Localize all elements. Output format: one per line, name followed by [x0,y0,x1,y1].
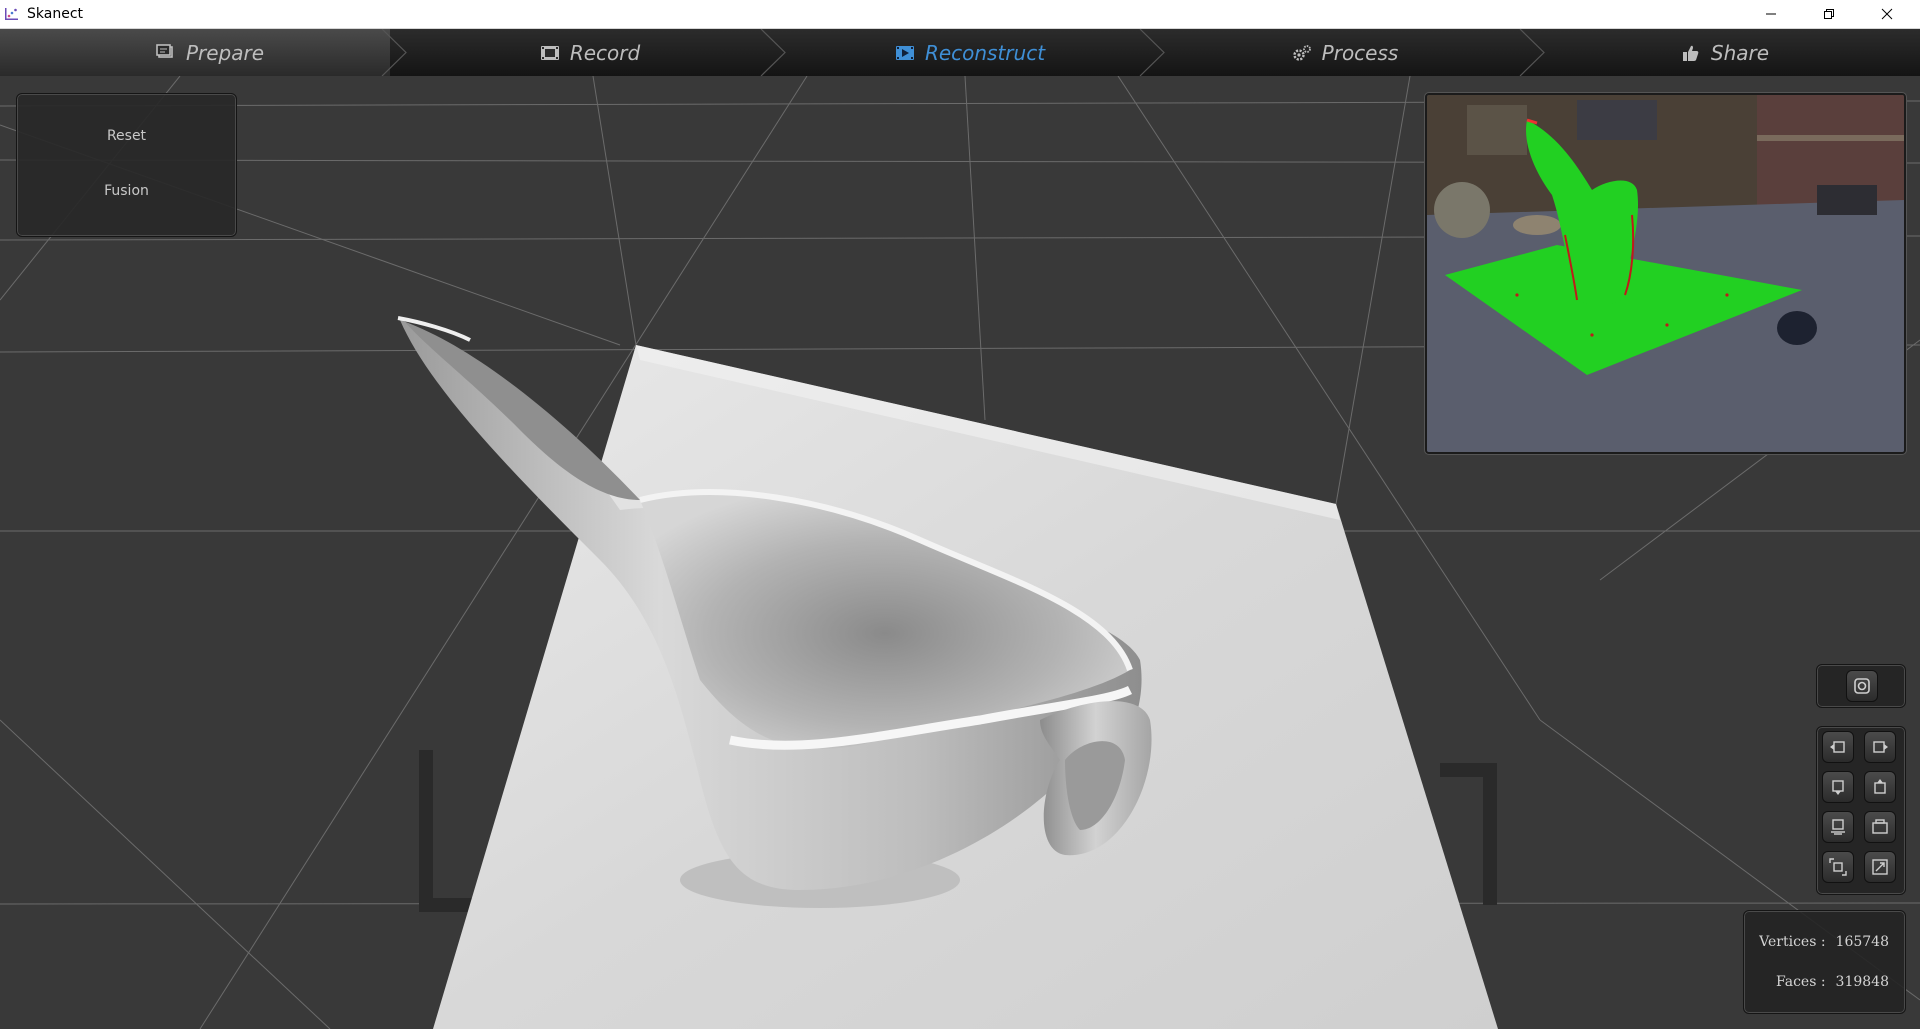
share-icon [1681,44,1701,62]
vertices-row: Vertices : 165748 [1744,934,1905,950]
faces-label: Faces : [1775,974,1826,990]
close-icon [1881,8,1893,20]
faces-row: Faces : 319848 [1744,974,1905,990]
tab-prepare[interactable]: Prepare [100,29,320,76]
skanect-app-icon [5,8,18,20]
tab-record-label: Record [569,40,641,65]
tab-share[interactable]: Share [1615,29,1835,76]
tab-separator [381,29,407,76]
window-title: Skanect [27,6,83,22]
window-titlebar: Skanect [0,0,1920,29]
reconstruct-options-panel: Reset Fusion [16,93,237,237]
snapshot-button[interactable] [1846,670,1878,702]
tab-share-label: Share [1710,40,1770,65]
camera-snapshot-icon [1854,678,1870,694]
reconstruct-icon [895,44,915,62]
workflow-tabbar: Prepare Record Reconstruct Process Share [0,29,1920,76]
view-bottom-icon [1832,780,1844,795]
process-icon [1292,44,1312,62]
view-top-icon [1874,779,1886,794]
minimize-button[interactable] [1748,0,1794,28]
camera-preview [1425,93,1906,454]
minimize-icon [1766,13,1776,15]
view-right-icon [1873,741,1888,753]
snapshot-panel [1816,664,1906,708]
fullscreen-button[interactable] [1864,851,1896,883]
fusion-button[interactable]: Fusion [17,183,236,199]
fullscreen-icon [1872,859,1888,875]
tab-reconstruct[interactable]: Reconstruct [860,29,1080,76]
view-front-button[interactable] [1822,811,1854,843]
camera-feed-image [1427,95,1904,452]
mesh-stats-panel: Vertices : 165748 Faces : 319848 [1743,910,1906,1014]
view-top-button[interactable] [1864,771,1896,803]
restore-icon [1824,9,1834,19]
view-back-icon [1872,819,1888,834]
close-button[interactable] [1864,0,1910,28]
vertices-value: 165748 [1835,934,1889,950]
vertices-label: Vertices : [1759,934,1826,950]
zoom-fit-button[interactable] [1822,851,1854,883]
reset-button[interactable]: Reset [17,128,236,144]
view-left-icon [1830,741,1845,753]
tab-separator [1519,29,1545,76]
tab-reconstruct-label: Reconstruct [924,40,1046,65]
view-back-button[interactable] [1864,811,1896,843]
view-right-button[interactable] [1864,731,1896,763]
tab-separator [760,29,786,76]
tab-prepare-label: Prepare [185,40,265,65]
tab-separator [1139,29,1165,76]
tab-process[interactable]: Process [1235,29,1455,76]
restore-button[interactable] [1806,0,1852,28]
record-icon [540,44,560,62]
prepare-icon [156,43,176,62]
view-front-icon [1831,819,1845,835]
faces-value: 319848 [1835,974,1889,990]
view-orientation-panel [1816,726,1906,895]
tab-record[interactable]: Record [480,29,700,76]
zoom-fit-icon [1829,858,1847,876]
view-left-button[interactable] [1822,731,1854,763]
tab-process-label: Process [1321,40,1399,65]
view-bottom-button[interactable] [1822,771,1854,803]
